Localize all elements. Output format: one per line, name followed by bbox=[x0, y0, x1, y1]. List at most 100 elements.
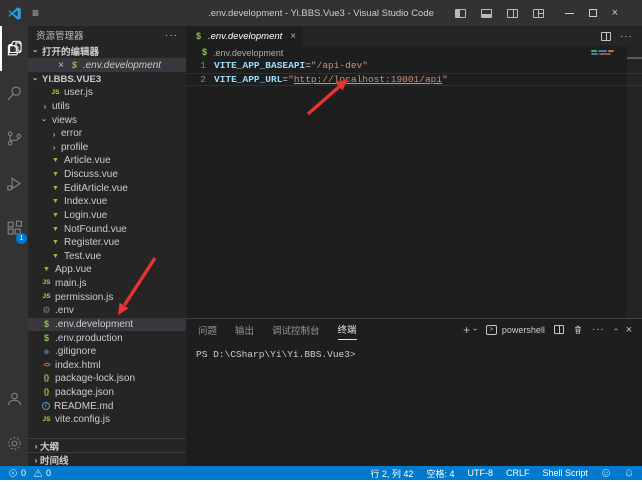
tab-close-icon[interactable]: × bbox=[290, 31, 296, 42]
run-debug-icon[interactable] bbox=[0, 161, 28, 206]
tree-item-NotFound.vue[interactable]: ▼NotFound.vue bbox=[28, 222, 186, 236]
source-control-icon[interactable] bbox=[0, 116, 28, 161]
chevron-expanded-icon: › bbox=[31, 75, 41, 83]
extensions-icon[interactable]: 1 bbox=[0, 206, 28, 251]
tree-item-Login.vue[interactable]: ▼Login.vue bbox=[28, 209, 186, 223]
tree-item-index.html[interactable]: <>index.html bbox=[28, 359, 186, 373]
toggle-sidebar-icon[interactable] bbox=[455, 9, 466, 18]
tab-problems[interactable]: 问题 bbox=[198, 320, 217, 340]
tree-item-package-lock.json[interactable]: {}package-lock.json bbox=[28, 372, 186, 386]
toggle-panel-icon[interactable] bbox=[481, 9, 492, 18]
maximize-panel-icon[interactable]: › bbox=[611, 328, 620, 331]
toggle-secondary-sidebar-icon[interactable] bbox=[507, 9, 518, 18]
tree-item-Discuss.vue[interactable]: ▼Discuss.vue bbox=[28, 168, 186, 182]
tree-item-.env[interactable]: ⚙.env bbox=[28, 304, 186, 318]
account-icon[interactable] bbox=[0, 376, 28, 421]
tree-item-Index.vue[interactable]: ▼Index.vue bbox=[28, 195, 186, 209]
cursor-position[interactable]: 行 2, 列 42 bbox=[370, 467, 413, 480]
tab-debug-console[interactable]: 调试控制台 bbox=[272, 320, 320, 340]
chevron-collapsed-icon: › bbox=[50, 129, 58, 139]
feedback-smiley-icon[interactable] bbox=[601, 468, 611, 478]
tree-item-package.json[interactable]: {}package.json bbox=[28, 386, 186, 400]
code-editor[interactable]: 1VITE_APP_BASEAPI="/api-dev" 2VITE_APP_U… bbox=[186, 59, 642, 86]
explorer-icon[interactable] bbox=[0, 26, 28, 71]
activity-bar: 1 bbox=[0, 26, 28, 466]
tree-item-.gitignore[interactable]: ◆.gitignore bbox=[28, 345, 186, 359]
indentation[interactable]: 空格: 4 bbox=[426, 467, 454, 480]
tree-item-user.js[interactable]: JSuser.js bbox=[28, 86, 186, 100]
terminal-prompt: PS D:\CSharp\Yi\Yi.BBS.Vue3> bbox=[196, 349, 356, 360]
editor-more-actions-icon[interactable]: ··· bbox=[620, 31, 633, 42]
tree-item-label: Article.vue bbox=[64, 155, 111, 166]
minimize-button[interactable] bbox=[565, 13, 574, 14]
timeline-section[interactable]: › 时间线 bbox=[28, 452, 186, 466]
tree-item-.env.development[interactable]: $.env.development bbox=[28, 318, 186, 332]
customize-layout-icon[interactable] bbox=[533, 9, 544, 18]
split-terminal-icon[interactable] bbox=[554, 325, 564, 334]
terminal-dropdown-icon[interactable]: › bbox=[471, 328, 480, 331]
shell-name[interactable]: powershell bbox=[502, 325, 545, 335]
vue-file-icon: ▼ bbox=[50, 198, 61, 205]
url-link[interactable]: http://localhost:19001/api bbox=[294, 73, 442, 87]
vscode-window: ≡ .env.development - Yi.BBS.Vue3 - Visua… bbox=[0, 0, 642, 482]
tree-item-permission.js[interactable]: JSpermission.js bbox=[28, 290, 186, 304]
tab-output[interactable]: 输出 bbox=[235, 320, 254, 340]
panel-more-actions-icon[interactable]: ··· bbox=[592, 324, 605, 335]
maximize-button[interactable] bbox=[589, 9, 597, 17]
tree-item-README.md[interactable]: iREADME.md bbox=[28, 399, 186, 413]
tree-item-Test.vue[interactable]: ▼Test.vue bbox=[28, 250, 186, 264]
code-line-1[interactable]: 1VITE_APP_BASEAPI="/api-dev" bbox=[186, 59, 642, 73]
eol-sequence[interactable]: CRLF bbox=[506, 468, 530, 478]
outline-section[interactable]: › 大纲 bbox=[28, 438, 186, 452]
code-line-2[interactable]: 2VITE_APP_URL="http://localhost:19001/ap… bbox=[186, 73, 642, 87]
notifications-bell-icon[interactable] bbox=[624, 468, 634, 478]
close-panel-icon[interactable]: × bbox=[626, 324, 632, 336]
language-mode[interactable]: Shell Script bbox=[542, 468, 588, 478]
close-editor-icon[interactable]: × bbox=[58, 60, 64, 71]
new-terminal-icon[interactable]: + bbox=[463, 324, 470, 336]
sidebar-filler bbox=[28, 427, 186, 438]
extensions-badge: 1 bbox=[16, 233, 27, 244]
tree-item-label: App.vue bbox=[55, 264, 92, 275]
tree-item-App.vue[interactable]: ▼App.vue bbox=[28, 263, 186, 277]
tree-item-error[interactable]: ›error bbox=[28, 127, 186, 141]
chevron-collapsed-icon: › bbox=[32, 455, 40, 465]
settings-gear-icon[interactable] bbox=[0, 421, 28, 466]
chevron-collapsed-icon: › bbox=[32, 441, 40, 451]
tree-item-profile[interactable]: ›profile bbox=[28, 141, 186, 155]
tree-item-.env.production[interactable]: $.env.production bbox=[28, 331, 186, 345]
encoding[interactable]: UTF-8 bbox=[467, 468, 493, 478]
open-editor-label: .env.development bbox=[83, 60, 161, 71]
editor-scrollbar[interactable] bbox=[627, 46, 642, 318]
tree-item-vite.config.js[interactable]: JSvite.config.js bbox=[28, 413, 186, 427]
menu-hamburger-icon[interactable]: ≡ bbox=[32, 7, 39, 19]
project-section-header[interactable]: › YI.BBS.VUE3 bbox=[28, 72, 186, 86]
tree-item-label: Login.vue bbox=[64, 210, 107, 221]
sidebar-more-actions-icon[interactable]: ··· bbox=[165, 30, 178, 41]
open-editor-item[interactable]: × $ .env.development bbox=[28, 58, 186, 72]
close-window-button[interactable]: × bbox=[612, 8, 618, 19]
terminal-content[interactable]: PS D:\CSharp\Yi\Yi.BBS.Vue3> bbox=[186, 340, 642, 466]
js-file-icon: JS bbox=[41, 417, 52, 424]
breadcrumb[interactable]: $ .env.development bbox=[186, 46, 642, 59]
tree-item-views[interactable]: ›views bbox=[28, 113, 186, 127]
tree-item-main.js[interactable]: JSmain.js bbox=[28, 277, 186, 291]
search-icon[interactable] bbox=[0, 71, 28, 116]
js-file-icon: JS bbox=[41, 294, 52, 301]
tree-item-Article.vue[interactable]: ▼Article.vue bbox=[28, 154, 186, 168]
split-editor-icon[interactable] bbox=[601, 32, 611, 41]
shell-file-icon: $ bbox=[69, 61, 80, 70]
open-editors-section[interactable]: › 打开的编辑器 bbox=[28, 44, 186, 58]
tree-item-utils[interactable]: ›utils bbox=[28, 100, 186, 114]
tab-terminal[interactable]: 终端 bbox=[338, 319, 357, 340]
tab-env-development[interactable]: $ .env.development × bbox=[186, 26, 303, 46]
tree-item-Register.vue[interactable]: ▼Register.vue bbox=[28, 236, 186, 250]
kill-terminal-trash-icon[interactable] bbox=[573, 324, 583, 335]
js-file-icon: JS bbox=[50, 90, 61, 97]
tree-item-EditArticle.vue[interactable]: ▼EditArticle.vue bbox=[28, 181, 186, 195]
file-tree: JSuser.js›utils›views›error›profile▼Arti… bbox=[28, 86, 186, 427]
vue-file-icon: ▼ bbox=[50, 157, 61, 164]
tree-item-label: error bbox=[61, 128, 82, 139]
minimap[interactable] bbox=[590, 50, 627, 90]
problems-status[interactable]: 0 0 bbox=[8, 468, 51, 478]
